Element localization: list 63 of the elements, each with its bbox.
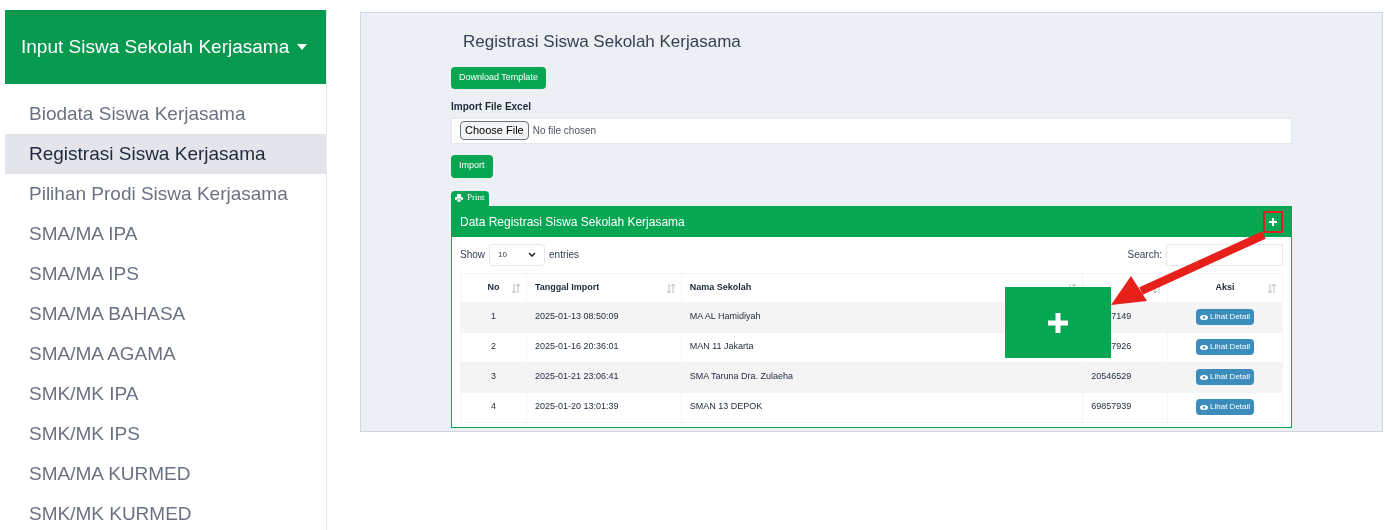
table-cell: 2025-01-21 23:06:41: [534, 371, 619, 382]
panel-title: Data Registrasi Siswa Sekolah Kerjasama: [460, 213, 685, 231]
table-cell: 69857939: [1091, 401, 1132, 412]
entries-label: entries: [549, 248, 580, 262]
field-label: Import File Excel: [451, 99, 532, 114]
table-cell: SMA Taruna Dra. Zulaeha: [689, 371, 794, 382]
column-header[interactable]: No: [487, 281, 500, 292]
sidebar-item[interactable]: Registrasi Siswa Kerjasama: [5, 134, 326, 174]
eye-icon: [1200, 404, 1209, 410]
sidebar-item[interactable]: SMA/MA BAHASA: [5, 294, 326, 334]
view-detail-button[interactable]: Lihat Detail: [1196, 399, 1255, 415]
import-button[interactable]: Import: [451, 154, 493, 178]
file-input-field[interactable]: Choose File No file chosen: [451, 117, 1292, 144]
search-field[interactable]: [1166, 243, 1283, 266]
sidebar-item[interactable]: SMA/MA AGAMA: [5, 334, 326, 374]
sort-icon: [666, 283, 675, 293]
table-cell: 2: [490, 341, 496, 352]
add-button[interactable]: [1263, 210, 1283, 233]
eye-icon: [1200, 374, 1209, 380]
page-title: Registrasi Siswa Sekolah Kerjasama: [463, 31, 741, 53]
plus-icon: [1048, 312, 1068, 333]
choose-file-button[interactable]: Choose File: [460, 121, 529, 140]
download-template-button[interactable]: Download Template: [451, 66, 546, 89]
column-header[interactable]: Tanggal Import: [534, 281, 600, 292]
table-cell: 3: [490, 371, 496, 382]
sidebar-item[interactable]: SMA/MA IPA: [5, 214, 326, 254]
file-status: No file chosen: [532, 124, 597, 138]
table-cell: MAN 11 Jakarta: [689, 341, 754, 352]
printer-icon: [455, 194, 463, 202]
view-detail-button[interactable]: Lihat Detail: [1196, 339, 1255, 355]
table-cell: 20546529: [1091, 371, 1132, 382]
table-cell: 2025-01-20 13:01:39: [534, 401, 619, 412]
table-cell: 1: [490, 311, 496, 322]
sidebar-item[interactable]: Biodata Siswa Kerjasama: [5, 94, 326, 134]
show-label: Show: [460, 248, 485, 262]
column-header[interactable]: Nama Sekolah: [689, 281, 752, 292]
search-label: Search:: [1127, 248, 1162, 262]
table-cell: 2025-01-13 08:50:09: [534, 311, 619, 322]
eye-icon: [1200, 344, 1209, 350]
sort-icon: [1268, 283, 1276, 293]
plus-icon: [1269, 217, 1277, 226]
sidebar-item[interactable]: SMA/MA IPS: [5, 254, 326, 294]
sort-icon: [511, 283, 520, 293]
column-header[interactable]: Aksi: [1215, 281, 1235, 292]
sidebar-item[interactable]: Pilihan Prodi Siswa Kerjasama: [5, 174, 326, 214]
page-size-select[interactable]: 10: [489, 243, 545, 266]
sidebar-item[interactable]: SMK/MK IPS: [5, 414, 326, 454]
sidebar-item[interactable]: SMA/MA KURMED: [5, 454, 326, 494]
eye-icon: [1200, 314, 1209, 320]
sidebar-item[interactable]: SMK/MK KURMED: [5, 494, 326, 530]
print-tab[interactable]: Print: [451, 190, 489, 206]
view-detail-button[interactable]: Lihat Detail: [1196, 369, 1255, 385]
view-detail-button[interactable]: Lihat Detail: [1196, 309, 1255, 325]
chevron-down-icon: [528, 252, 536, 257]
table-cell: 2025-01-16 20:36:01: [534, 341, 619, 352]
table-cell: SMAN 13 DEPOK: [689, 401, 763, 412]
table-cell: 7926: [1111, 341, 1132, 352]
caret-down-icon: [297, 44, 308, 50]
sidebar-item[interactable]: SMK/MK IPA: [5, 374, 326, 414]
table-cell: 4: [490, 401, 496, 412]
table-cell: MA AL Hamidiyah: [689, 311, 761, 322]
table-cell: 7149: [1111, 311, 1132, 322]
sidebar-header[interactable]: Input Siswa Sekolah Kerjasama: [5, 10, 326, 84]
